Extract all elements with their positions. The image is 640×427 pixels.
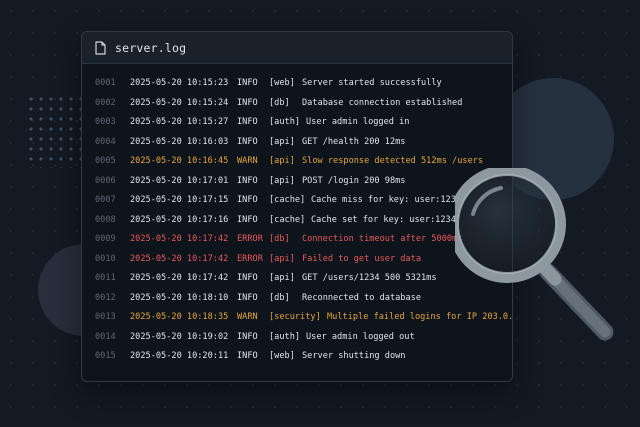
log-level: INFO [237,214,258,225]
log-timestamp: 2025-05-20 10:15:27 [130,117,229,127]
log-level: ERROR [237,234,263,244]
line-number: 0013 [95,312,116,322]
log-message: User admin logged in [306,117,410,127]
log-line[interactable]: 0009 2025-05-20 10:17:42 ERROR [db] Connecti… [82,230,512,250]
log-level: INFO [237,273,258,283]
log-message: Cache set for key: user:1234 [311,214,456,225]
log-level: INFO [237,136,258,147]
log-line[interactable]: 0003 2025-05-20 10:15:27 INFO [auth] User ad… [82,113,512,133]
log-level: INFO [237,175,258,186]
log-timestamp: 2025-05-20 10:17:15 [130,195,229,205]
log-level: INFO [237,351,258,361]
line-number: 0005 [95,156,116,166]
log-message: Reconnected to database [302,292,421,303]
log-level: INFO [237,195,258,205]
log-message: GET /health 200 12ms [302,136,406,147]
decorative-dot-grid [26,94,84,168]
log-level: INFO [237,331,258,342]
line-number: 0012 [95,292,116,303]
magnifying-glass-icon [448,165,625,362]
log-line[interactable]: 0002 2025-05-20 10:15:24 INFO [db] Database … [82,94,512,114]
line-number: 0008 [95,214,116,225]
log-viewer-window: server.log 0001 2025-05-20 10:15:23 INFO [w… [81,31,513,382]
log-module: [api] [269,136,295,147]
line-number: 0011 [95,273,116,283]
log-module: [api] [269,273,295,283]
log-level: WARN [237,312,258,322]
line-number: 0010 [95,253,116,264]
log-message: Connection timeout after 5000ms [302,234,463,244]
log-module: [db] [269,292,290,303]
log-timestamp: 2025-05-20 10:18:35 [130,312,229,322]
log-module: [db] [269,234,290,244]
log-timestamp: 2025-05-20 10:17:01 [130,175,229,186]
log-line[interactable]: 0008 2025-05-20 10:17:16 INFO [cache] Cache … [82,211,512,231]
log-line[interactable]: 0012 2025-05-20 10:18:10 INFO [db] Reconnect… [82,289,512,309]
log-message: Cache miss for key: user:1234 [311,195,462,205]
log-module: [security] [269,312,321,322]
line-number: 0002 [95,97,116,108]
log-line[interactable]: 0013 2025-05-20 10:18:35 WARN [security] Mul… [82,308,512,328]
log-content[interactable]: 0001 2025-05-20 10:15:23 INFO [web] Server s… [82,32,512,367]
log-module: [cache] [269,195,306,205]
log-line[interactable]: 0015 2025-05-20 10:20:11 INFO [web] Server s… [82,347,512,367]
log-timestamp: 2025-05-20 10:17:16 [130,214,229,225]
log-timestamp: 2025-05-20 10:16:03 [130,136,229,147]
log-module: [web] [269,78,295,88]
log-timestamp: 2025-05-20 10:17:42 [130,234,229,244]
log-line[interactable]: 0014 2025-05-20 10:19:02 INFO [auth] User ad… [82,328,512,348]
log-timestamp: 2025-05-20 10:19:02 [130,331,229,342]
log-line[interactable]: 0006 2025-05-20 10:17:01 INFO [api] POST /lo… [82,172,512,192]
log-line[interactable]: 0004 2025-05-20 10:16:03 INFO [api] GET /hea… [82,133,512,153]
line-number: 0015 [95,351,116,361]
log-module: [api] [269,156,295,166]
line-number: 0006 [95,175,116,186]
log-module: [db] [269,97,290,108]
log-level: INFO [237,292,258,303]
log-timestamp: 2025-05-20 10:16:45 [130,156,229,166]
log-timestamp: 2025-05-20 10:15:23 [130,78,229,88]
log-module: [api] [269,175,295,186]
log-message: Failed to get user data [302,253,421,264]
log-timestamp: 2025-05-20 10:15:24 [130,97,229,108]
log-line[interactable]: 0007 2025-05-20 10:17:15 INFO [cache] Cache … [82,191,512,211]
log-message: Server started successfully [302,78,442,88]
log-level: INFO [237,78,258,88]
log-module: [api] [269,253,295,264]
log-level: INFO [237,117,258,127]
log-timestamp: 2025-05-20 10:17:42 [130,253,229,264]
log-module: [auth] [269,117,301,127]
line-number: 0001 [95,78,116,88]
log-level: ERROR [237,253,263,264]
log-timestamp: 2025-05-20 10:18:10 [130,292,229,303]
log-message: Server shutting down [302,351,406,361]
log-message: POST /login 200 98ms [302,175,406,186]
log-line[interactable]: 0010 2025-05-20 10:17:42 ERROR [api] Failed … [82,250,512,270]
log-message: User admin logged out [306,331,415,342]
log-message: GET /users/1234 500 5321ms [302,273,437,283]
log-level: WARN [237,156,258,166]
log-timestamp: 2025-05-20 10:20:11 [130,351,229,361]
log-line[interactable]: 0005 2025-05-20 10:16:45 WARN [api] Slow res… [82,152,512,172]
log-message: Database connection established [302,97,463,108]
log-level: INFO [237,97,258,108]
log-module: [cache] [269,214,306,225]
log-module: [auth] [269,331,301,342]
line-number: 0014 [95,331,116,342]
line-number: 0003 [95,117,116,127]
line-number: 0007 [95,195,116,205]
line-number: 0009 [95,234,116,244]
log-module: [web] [269,351,295,361]
log-timestamp: 2025-05-20 10:17:42 [130,273,229,283]
log-line[interactable]: 0001 2025-05-20 10:15:23 INFO [web] Server s… [82,74,512,94]
line-number: 0004 [95,136,116,147]
log-line[interactable]: 0011 2025-05-20 10:17:42 INFO [api] GET /use… [82,269,512,289]
